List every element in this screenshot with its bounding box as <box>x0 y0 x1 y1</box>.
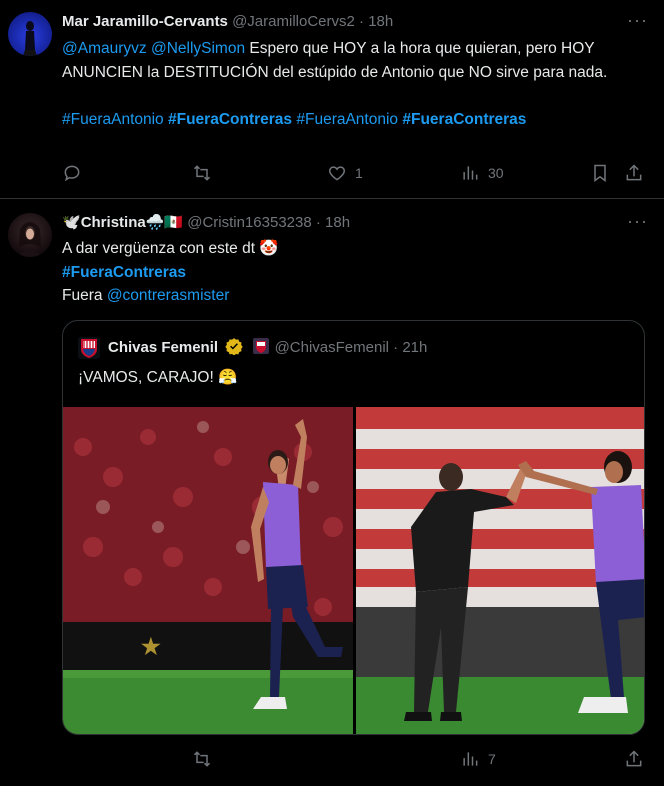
tweet-header: Mar Jaramillo-Cervants @JaramilloCervs2 … <box>62 12 393 32</box>
bookmark-button[interactable] <box>590 162 610 184</box>
timestamp[interactable]: 18h <box>325 214 350 231</box>
quoted-display-name[interactable]: Chivas Femenil <box>108 339 218 356</box>
separator-dot: · <box>393 339 399 356</box>
avatar[interactable] <box>8 12 52 56</box>
quoted-tweet[interactable]: Chivas Femenil @ChivasFemenil · 21h ¡VAM… <box>62 320 645 735</box>
hashtag-link[interactable]: #FueraAntonio <box>296 111 398 128</box>
affiliate-badge-icon <box>253 338 270 354</box>
svg-text:★: ★ <box>141 634 161 659</box>
photo-coach-high-five <box>356 407 644 734</box>
mention-link[interactable]: @contrerasmister <box>107 287 230 304</box>
hashtag-link[interactable]: #FueraContreras <box>62 264 186 281</box>
reply-icon <box>64 165 80 182</box>
share-icon <box>626 750 642 767</box>
chivas-logo[interactable] <box>78 337 100 359</box>
repost-icon <box>193 751 211 767</box>
mention-link[interactable]: @Amauryvz <box>62 40 147 57</box>
view-count: 7 <box>488 751 496 767</box>
like-button[interactable]: 1 <box>327 162 363 184</box>
photo-player-celebrating: ★ <box>63 407 353 734</box>
repost-button[interactable] <box>192 162 212 184</box>
display-name[interactable]: Christina <box>81 214 146 231</box>
avatar-portrait-icon <box>18 220 42 257</box>
tweet-line-prefix: Fuera <box>62 287 107 304</box>
name-prefix-emoji: 🕊️ <box>62 214 81 231</box>
tweet-mar-jaramillo[interactable]: Mar Jaramillo-Cervants @JaramilloCervs2 … <box>0 0 664 199</box>
views-button[interactable]: 7 <box>460 748 496 770</box>
share-icon <box>626 164 642 181</box>
reply-button[interactable] <box>62 162 82 184</box>
share-button[interactable] <box>624 162 644 184</box>
user-handle[interactable]: @JaramilloCervs2 <box>232 13 355 30</box>
chivas-crest-icon <box>81 339 97 358</box>
display-name[interactable]: Mar Jaramillo-Cervants <box>62 13 228 30</box>
tweet-header: 🕊️Christina🌧️🇲🇽 @Cristin16353238 · 18h <box>62 213 350 233</box>
share-button[interactable] <box>624 748 644 770</box>
tweet-text: A dar vergüenza con este dt 🤡 #FueraCont… <box>62 237 644 308</box>
quoted-text: ¡VAMOS, CARAJO! 😤 <box>78 369 238 386</box>
verified-gold-badge-icon <box>225 338 243 355</box>
more-options-icon[interactable]: ··· <box>627 10 648 30</box>
views-chart-icon <box>463 752 478 766</box>
avatar-figure-icon <box>23 21 37 56</box>
like-count: 1 <box>355 165 363 181</box>
quoted-handle[interactable]: @ChivasFemenil <box>275 339 389 356</box>
views-button[interactable]: 30 <box>460 162 504 184</box>
view-count: 30 <box>488 165 504 181</box>
repost-button[interactable] <box>192 748 212 770</box>
mention-link[interactable]: @NellySimon <box>151 40 245 57</box>
quoted-header: Chivas Femenil @ChivasFemenil · 21h <box>108 337 427 358</box>
user-handle[interactable]: @Cristin16353238 <box>187 214 311 231</box>
tweet-line: A dar vergüenza con este dt 🤡 <box>62 240 279 257</box>
heart-icon <box>328 166 346 181</box>
bookmark-icon <box>594 164 606 182</box>
media-photo-coach-high-five[interactable] <box>356 407 644 734</box>
separator-dot: · <box>315 214 321 231</box>
timestamp[interactable]: 18h <box>368 13 393 30</box>
tweet-actions: 7 <box>62 748 650 770</box>
views-chart-icon <box>463 166 478 180</box>
hashtag-link[interactable]: #FueraContreras <box>402 111 526 128</box>
tweet-christina[interactable]: 🕊️Christina🌧️🇲🇽 @Cristin16353238 · 18h ·… <box>0 200 664 786</box>
tweet-actions: 1 30 <box>62 162 650 184</box>
repost-icon <box>193 165 211 181</box>
name-suffix-emoji: 🌧️🇲🇽 <box>145 214 184 231</box>
media-photo-player-celebrating[interactable]: ★ <box>63 407 353 734</box>
quoted-timestamp[interactable]: 21h <box>402 339 427 356</box>
separator-dot: · <box>359 13 365 30</box>
more-options-icon[interactable]: ··· <box>627 211 648 231</box>
hashtag-link[interactable]: #FueraContreras <box>168 111 292 128</box>
avatar[interactable] <box>8 213 52 257</box>
tweet-text: @Amauryvz @NellySimon Espero que HOY a l… <box>62 37 644 131</box>
hashtag-link[interactable]: #FueraAntonio <box>62 111 164 128</box>
